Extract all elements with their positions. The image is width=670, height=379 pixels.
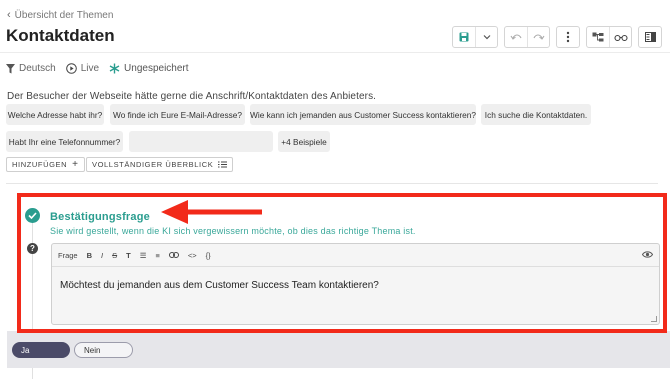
redo-button[interactable] <box>527 27 549 47</box>
structure-button[interactable] <box>587 27 609 47</box>
save-button[interactable] <box>453 27 475 47</box>
play-circle-icon <box>65 63 77 74</box>
language-label: Deutsch <box>19 63 56 74</box>
undo-button[interactable] <box>505 27 527 47</box>
redo-icon <box>533 34 544 40</box>
yes-button[interactable]: Ja <box>12 342 70 358</box>
view-group <box>586 26 632 48</box>
save-state: Ungespeichert <box>109 63 189 74</box>
save-group <box>452 26 498 48</box>
save-options-button[interactable] <box>475 27 497 47</box>
plus-icon: + <box>72 159 79 170</box>
header-divider <box>0 52 670 53</box>
language-filter[interactable]: Deutsch <box>6 63 56 74</box>
no-button[interactable]: Nein <box>74 342 133 358</box>
preview-button[interactable] <box>609 27 631 47</box>
more-vertical-icon <box>566 31 570 43</box>
add-example-label: HINZUFÜGEN <box>12 160 68 169</box>
status-row: Deutsch Live Ungespeichert <box>6 63 189 74</box>
asterisk-icon <box>109 63 120 74</box>
save-icon <box>459 32 469 42</box>
example-chip[interactable]: Ich suche die Kontaktdaten. <box>481 104 591 125</box>
section-divider <box>6 183 658 184</box>
highlight-box <box>17 193 667 333</box>
arrow-left-icon <box>161 200 262 224</box>
panel-group <box>638 26 662 48</box>
panel-icon <box>644 32 656 42</box>
undo-icon <box>510 34 522 40</box>
more-examples-chip[interactable]: +4 Beispiele <box>278 131 330 152</box>
live-label: Live <box>80 63 100 74</box>
back-link[interactable]: ‹ Übersicht der Themen <box>7 9 113 21</box>
screen: ‹ Übersicht der Themen Kontaktdaten Deut… <box>0 0 670 379</box>
example-chip[interactable]: Habt Ihr eine Telefonnummer? <box>6 131 123 152</box>
add-example-button[interactable]: HINZUFÜGEN + <box>6 157 85 172</box>
save-state-label: Ungespeichert <box>124 63 189 74</box>
back-link-label: Übersicht der Themen <box>14 9 114 21</box>
more-button[interactable] <box>557 27 579 47</box>
example-chip[interactable]: Wie kann ich jemanden aus Customer Succe… <box>250 104 476 125</box>
full-overview-button[interactable]: VOLLSTÄNDIGER ÜBERBLICK <box>86 157 234 172</box>
live-status[interactable]: Live <box>65 63 100 74</box>
list-icon <box>218 161 228 168</box>
toolbar <box>452 26 662 48</box>
structure-icon <box>592 32 604 41</box>
glasses-icon <box>613 34 628 41</box>
topic-description: Der Besucher der Webseite hätte gerne di… <box>7 91 377 102</box>
chevron-down-icon <box>483 35 490 40</box>
chevron-left-icon: ‹ <box>7 9 11 21</box>
more-group <box>556 26 580 48</box>
page-title: Kontaktdaten <box>6 26 115 45</box>
history-group <box>504 26 550 48</box>
example-chip[interactable]: Wo finde ich Eure E-Mail-Adresse? <box>110 104 245 125</box>
filter-icon <box>6 63 15 73</box>
full-overview-label: VOLLSTÄNDIGER ÜBERBLICK <box>92 160 214 169</box>
panel-button[interactable] <box>639 27 661 47</box>
example-chip[interactable]: Welche Adresse habt ihr? <box>6 104 104 125</box>
example-chip-empty[interactable] <box>129 131 273 152</box>
